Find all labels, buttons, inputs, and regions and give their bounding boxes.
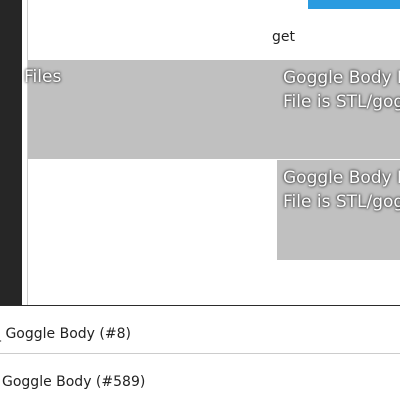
file-thumbnail-title: Goggle Body R <box>283 168 400 188</box>
file-thumbnail-subtitle: File is STL/gog <box>283 92 400 112</box>
top-action-button[interactable] <box>308 0 400 9</box>
list-item[interactable]: Goggle Body (#589) <box>0 355 400 400</box>
get-label: get <box>272 29 295 45</box>
list-item[interactable]: _ Goggle Body (#8) <box>0 306 400 354</box>
file-thumbnail-subtitle: File is STL/gog <box>283 192 400 212</box>
file-thumbnail-title: Goggle Body L <box>283 68 400 88</box>
page: get Files Goggle Body L File is STL/gog … <box>0 0 400 400</box>
sidebar-panel <box>0 0 22 305</box>
file-thumbnail[interactable]: Goggle Body R File is STL/gog <box>277 160 400 260</box>
list-item-label: Goggle Body (#589) <box>2 374 146 390</box>
file-thumbnail[interactable]: Goggle Body L File is STL/gog <box>277 60 400 159</box>
files-section-label: Files <box>24 67 62 87</box>
list-item-label: _ Goggle Body (#8) <box>0 326 131 342</box>
